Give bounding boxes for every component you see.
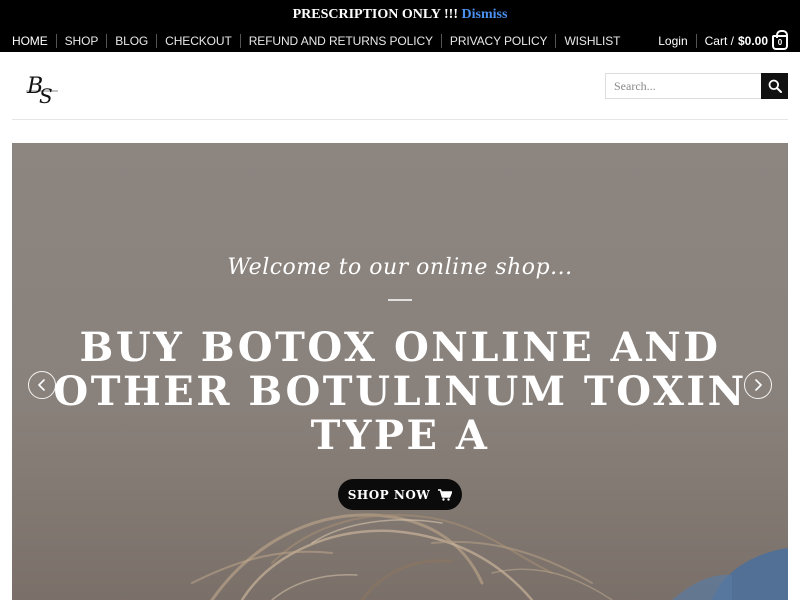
cart-link[interactable]: Cart / $0.00 0 [704, 30, 788, 50]
nav-item-shop[interactable]: SHOP [55, 33, 107, 48]
cart-amount: $0.00 [737, 33, 768, 48]
hero-slider: Welcome to our online shop... BUY BOTOX … [12, 143, 788, 600]
search-form [605, 73, 788, 99]
login-link[interactable]: Login [658, 34, 687, 48]
nav-item-privacy-policy[interactable]: PRIVACY POLICY [440, 33, 556, 48]
slider-next-button[interactable] [744, 371, 772, 399]
cart-bag-icon: 0 [772, 30, 788, 50]
nav-item-refund-policy[interactable]: REFUND AND RETURNS POLICY [239, 33, 441, 48]
search-input[interactable] [605, 73, 761, 99]
nav-divider [695, 33, 697, 48]
shop-now-label: SHOP NOW [347, 487, 431, 502]
shopping-cart-icon [438, 488, 453, 501]
svg-text:S: S [39, 84, 53, 107]
notice-text: PRESCRIPTION ONLY !!! [292, 7, 459, 22]
chevron-right-icon [755, 379, 762, 391]
main-nav: HOME SHOP BLOG CHECKOUT REFUND AND RETUR… [0, 29, 800, 52]
cart-label: Cart / [704, 33, 734, 48]
hero-headline: BUY BOTOX ONLINE AND OTHER BOTULINUM TOX… [53, 324, 747, 459]
prescription-notice-bar: PRESCRIPTION ONLY !!! Dismiss [0, 0, 800, 29]
dismiss-link[interactable]: Dismiss [462, 7, 508, 22]
nav-item-blog[interactable]: BLOG [106, 33, 156, 48]
nav-item-home[interactable]: HOME [12, 34, 56, 48]
site-header: B S [12, 52, 788, 120]
shop-now-button[interactable]: SHOP NOW [338, 479, 462, 510]
logo-icon: B S [26, 74, 58, 108]
cart-count: 0 [777, 38, 783, 47]
account-nav: Login Cart / $0.00 0 [658, 30, 788, 50]
nav-item-wishlist[interactable]: WISHLIST [555, 33, 628, 48]
hero-welcome-text: Welcome to our online shop... [227, 255, 573, 280]
hero-divider [388, 299, 412, 301]
search-button[interactable] [761, 73, 788, 99]
site-logo[interactable]: B S [24, 69, 60, 108]
nav-menu: HOME SHOP BLOG CHECKOUT REFUND AND RETUR… [12, 29, 628, 52]
search-icon [768, 79, 782, 93]
slider-prev-button[interactable] [28, 371, 56, 399]
nav-item-checkout[interactable]: CHECKOUT [156, 33, 240, 48]
chevron-left-icon [38, 379, 45, 391]
